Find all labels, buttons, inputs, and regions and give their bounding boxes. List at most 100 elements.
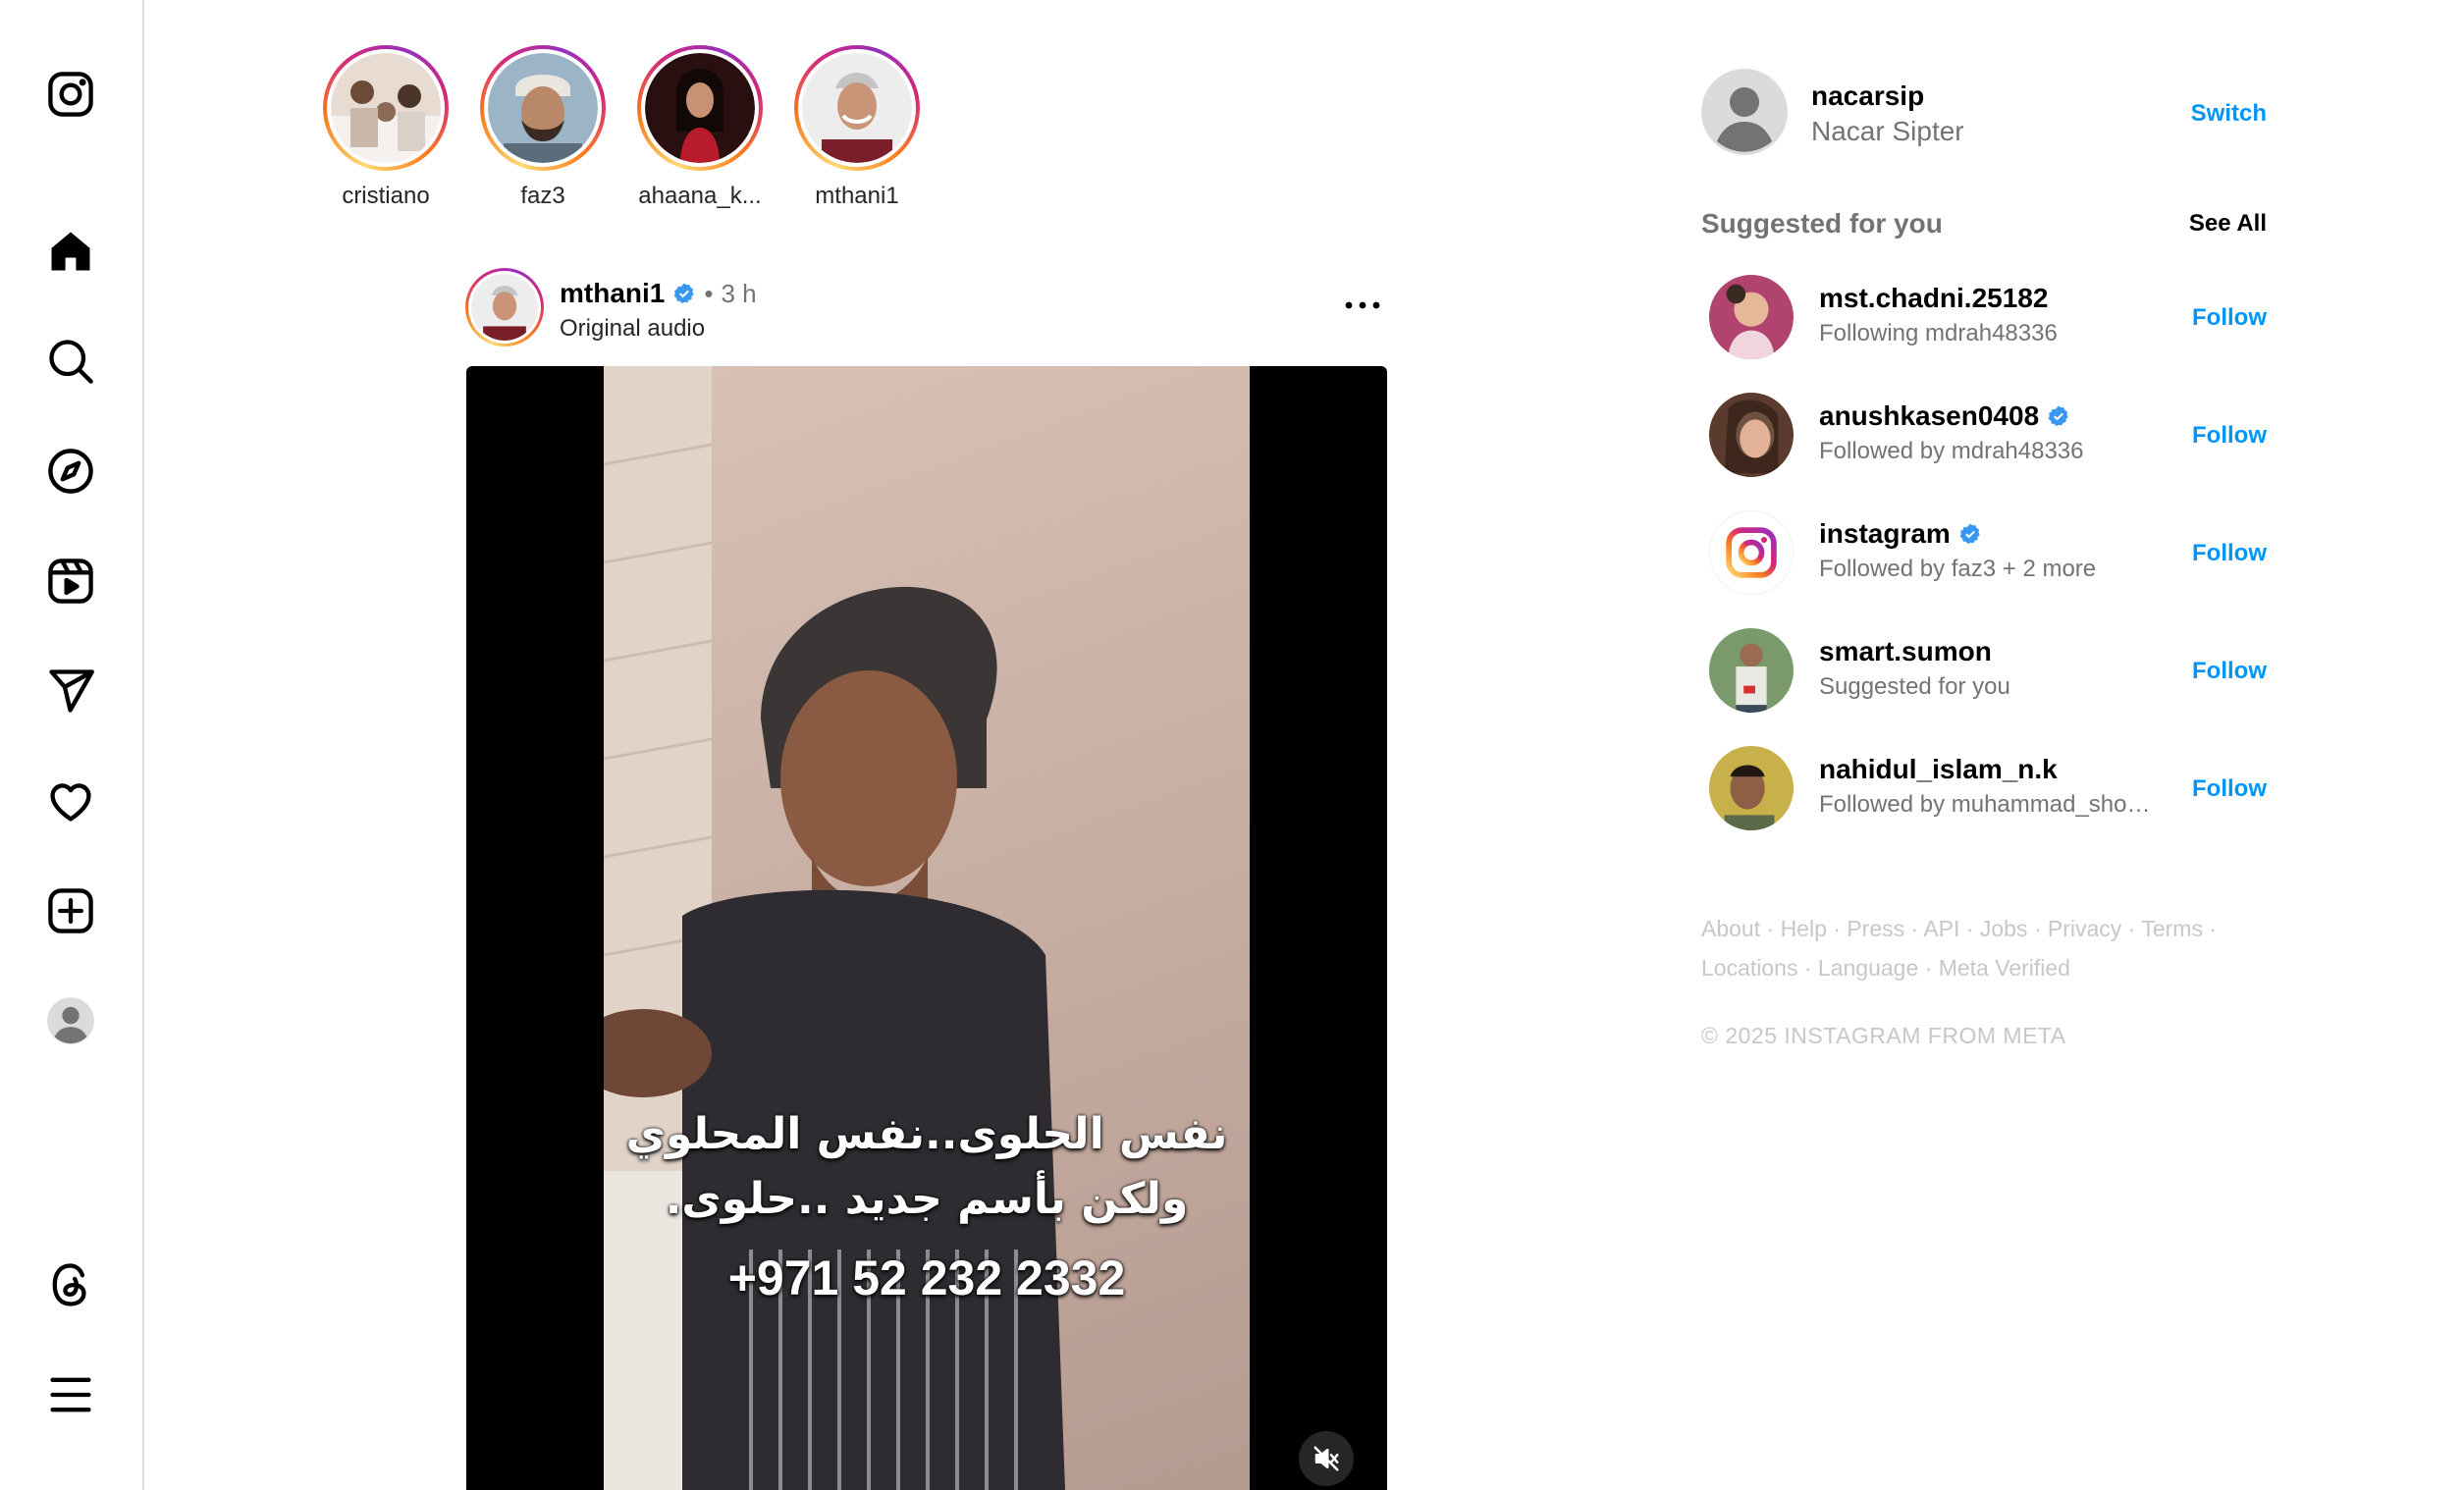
more-menu-icon[interactable] — [39, 1363, 102, 1426]
suggestion-username[interactable]: anushkasen0408 — [1819, 400, 2039, 432]
suggestion-avatar[interactable] — [1709, 628, 1794, 713]
post-username[interactable]: mthani1 — [560, 278, 665, 309]
follow-button[interactable]: Follow — [2192, 540, 2267, 567]
footer-links: About · Help · Press · API · Jobs · Priv… — [1701, 909, 2290, 987]
suggestion-user-line: instagram — [1819, 518, 1982, 550]
footer-link-jobs[interactable]: Jobs — [1980, 916, 2028, 941]
suggestion-user-line: smart.sumon — [1819, 636, 1992, 667]
current-user-card: nacarsip Nacar Sipter Switch — [1701, 69, 2267, 157]
footer-link-meta-verified[interactable]: Meta Verified — [1939, 955, 2070, 981]
story-avatar — [645, 53, 755, 163]
verified-badge-icon — [2048, 405, 2068, 427]
follow-button[interactable]: Follow — [2192, 422, 2267, 450]
suggestion-user-line: nahidul_islam_n.k — [1819, 754, 2058, 785]
suggestion-subtitle: Suggested for you — [1819, 673, 2010, 700]
instagram-logo-avatar-icon[interactable] — [1709, 510, 1794, 595]
copyright-notice: © 2025 INSTAGRAM FROM META — [1701, 1023, 2066, 1048]
explore-compass-icon[interactable] — [39, 440, 102, 503]
footer-separator: · — [1766, 916, 1775, 941]
switch-account-button[interactable]: Switch — [2191, 100, 2267, 128]
story-username: mthani1 — [815, 183, 899, 209]
story-username: ahaana_k... — [638, 183, 762, 209]
verified-badge-icon — [674, 283, 695, 304]
footer-link-privacy[interactable]: Privacy — [2048, 916, 2121, 941]
post-time-separator: • — [704, 278, 714, 308]
current-user-avatar[interactable] — [1701, 69, 1788, 155]
video-caption-arabic-line2: ولكن بأسم جديد ..حلوى. — [665, 1174, 1189, 1224]
story-item[interactable]: ahaana_k... — [626, 45, 774, 210]
see-all-link[interactable]: See All — [2189, 210, 2267, 238]
post-avatar-image — [471, 274, 538, 341]
story-avatar — [488, 53, 598, 163]
story-item[interactable]: faz3 — [469, 45, 616, 210]
suggestion-avatar[interactable] — [1709, 746, 1794, 830]
story-username: faz3 — [520, 183, 565, 209]
threads-icon[interactable] — [39, 1253, 102, 1316]
footer-separator: · — [1833, 916, 1841, 941]
verified-badge-icon — [1959, 523, 1980, 545]
footer-separator: · — [1924, 955, 1933, 981]
suggestion-row: nahidul_islam_n.k Followed by muhammad_s… — [1701, 744, 2267, 832]
suggestion-subtitle: Followed by muhammad_shohag_islam — [1819, 791, 2163, 818]
post-video[interactable]: نفس الحلوى..نفس المحلوي ولكن بأسم جديد .… — [604, 366, 1250, 1490]
create-plus-icon[interactable] — [39, 879, 102, 942]
instagram-logo-icon[interactable] — [39, 63, 102, 126]
suggestion-username[interactable]: nahidul_islam_n.k — [1819, 754, 2058, 785]
messages-send-icon[interactable] — [39, 660, 102, 722]
footer-link-language[interactable]: Language — [1818, 955, 1918, 981]
footer-link-locations[interactable]: Locations — [1701, 955, 1797, 981]
suggestion-avatar[interactable] — [1709, 393, 1794, 477]
post-author-avatar[interactable] — [465, 268, 544, 346]
footer-separator: · — [1803, 955, 1812, 981]
suggestion-subtitle: Followed by faz3 + 2 more — [1819, 556, 2097, 582]
suggestion-username[interactable]: mst.chadni.25182 — [1819, 283, 2048, 314]
footer-link-about[interactable]: About — [1701, 916, 1760, 941]
profile-avatar-icon[interactable] — [39, 989, 102, 1052]
follow-button[interactable]: Follow — [2192, 304, 2267, 332]
suggestion-username[interactable]: instagram — [1819, 518, 1951, 550]
current-username[interactable]: nacarsip — [1811, 80, 1924, 112]
footer-separator: · — [1910, 916, 1919, 941]
suggestion-row: instagram Followed by faz3 + 2 more Foll… — [1701, 508, 2267, 597]
current-user-fullname: Nacar Sipter — [1811, 116, 1964, 146]
notifications-heart-icon[interactable] — [39, 770, 102, 832]
search-icon[interactable] — [39, 330, 102, 393]
suggestion-username[interactable]: smart.sumon — [1819, 636, 1992, 667]
suggestion-row: mst.chadni.25182 Following mdrah48336 Fo… — [1701, 273, 2267, 361]
post-media[interactable]: نفس الحلوى..نفس المحلوي ولكن بأسم جديد .… — [466, 366, 1387, 1490]
post-audio-label[interactable]: Original audio — [560, 315, 705, 343]
video-frame-image — [604, 366, 1065, 1490]
footer-separator: · — [2033, 916, 2042, 941]
left-navigation — [0, 0, 144, 1490]
follow-button[interactable]: Follow — [2192, 775, 2267, 803]
suggestion-user-line: mst.chadni.25182 — [1819, 283, 2048, 314]
footer-separator: · — [1965, 916, 1974, 941]
footer-link-api[interactable]: API — [1923, 916, 1959, 941]
suggestions-title: Suggested for you — [1701, 208, 1943, 239]
mute-toggle-icon[interactable] — [1299, 1431, 1354, 1486]
home-icon[interactable] — [39, 220, 102, 283]
post-author-line: mthani1 • 3 h — [560, 278, 757, 309]
suggestion-row: anushkasen0408 Followed by mdrah48336 Fo… — [1701, 391, 2267, 479]
reels-icon[interactable] — [39, 550, 102, 612]
suggestion-avatar[interactable] — [1709, 275, 1794, 359]
footer-separator: · — [2209, 916, 2218, 941]
post-header: mthani1 • 3 h Original audio — [465, 268, 1390, 350]
post-timestamp: 3 h — [721, 278, 757, 308]
more-options-icon[interactable] — [1335, 284, 1390, 327]
footer-link-press[interactable]: Press — [1847, 916, 1904, 941]
footer-separator: · — [2127, 916, 2136, 941]
story-item[interactable]: cristiano — [312, 45, 459, 210]
story-avatar — [331, 53, 441, 163]
footer-link-help[interactable]: Help — [1781, 916, 1827, 941]
video-caption-arabic-line1: نفس الحلوى..نفس المحلوي — [625, 1109, 1228, 1159]
suggestion-user-line: anushkasen0408 — [1819, 400, 2070, 432]
story-item[interactable]: mthani1 — [783, 45, 931, 210]
story-username: cristiano — [342, 183, 430, 209]
story-avatar — [802, 53, 912, 163]
follow-button[interactable]: Follow — [2192, 658, 2267, 685]
video-caption-phone: +971 52 232 2332 — [727, 1251, 1126, 1305]
suggestion-subtitle: Followed by mdrah48336 — [1819, 438, 2084, 464]
suggestion-subtitle: Following mdrah48336 — [1819, 320, 2058, 346]
footer-link-terms[interactable]: Terms — [2141, 916, 2203, 941]
